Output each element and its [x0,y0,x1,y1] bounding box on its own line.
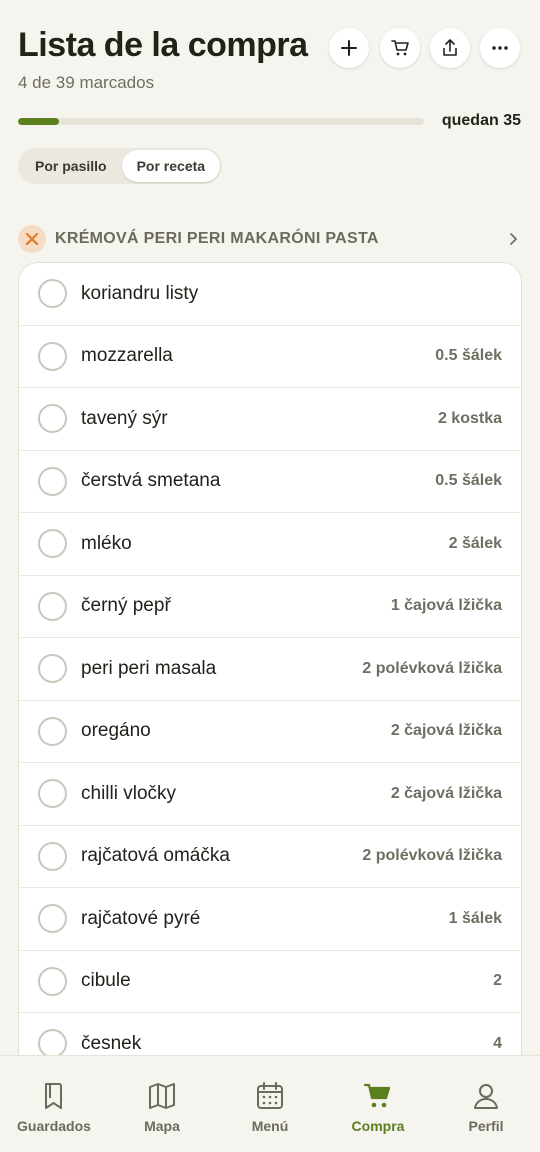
checkbox-circle[interactable] [38,591,67,621]
tab-label: Menú [251,1118,289,1134]
checkbox-circle[interactable] [38,654,67,684]
ingredient-name: chilli vločky [81,782,177,804]
ingredient-row[interactable]: rajčatová omáčka 2 polévková lžička [19,826,521,888]
checkbox-circle[interactable] [38,279,67,309]
ingredient-row[interactable]: mozzarella 0.5 šálek [19,326,521,388]
bookmark-icon [45,1083,62,1109]
ingredient-row[interactable]: mléko 2 šálek [19,513,521,576]
ingredient-name: černý pepř [81,595,171,617]
share-button[interactable] [430,28,470,68]
recipe-title: KRÉMOVÁ PERI PERI MAKARÓNI PASTA [55,230,379,247]
ingredient-name: česnek [81,1032,142,1054]
ingredient-quantity: 0.5 šálek [435,347,502,365]
ingredient-name: koriandru listy [81,282,199,304]
add-item-button[interactable] [329,28,369,68]
page-title: Lista de la compra [18,26,308,64]
ingredient-row[interactable]: rajčatové pyré 1 šálek [19,888,521,951]
toggle-by-recipe[interactable]: Por receta [121,150,221,182]
ingredient-quantity: 2 [493,972,502,990]
tab-label: Mapa [144,1118,180,1134]
checkbox-circle[interactable] [38,404,67,434]
ingredient-row[interactable]: peri peri masala 2 polévková lžička [19,638,521,701]
more-icon [492,46,508,50]
ingredient-quantity: 2 čajová lžička [390,784,502,802]
ingredient-row[interactable]: chilli vločky 2 čajová lžička [19,763,521,826]
ingredient-name: čerstvá smetana [81,470,221,492]
ingredient-quantity: 1 šálek [448,909,502,927]
ingredient-quantity: 4 [493,1034,502,1052]
ingredient-quantity: 2 polévková lžička [362,659,502,677]
more-options-button[interactable] [480,28,520,68]
ingredient-row[interactable]: černý pepř 1 čajová lžička [19,576,521,638]
ingredient-quantity: 2 polévková lžička [362,847,502,865]
ingredient-row[interactable]: koriandru listy [19,263,521,326]
ingredient-name: tavený sýr [81,407,168,429]
plus-icon [341,40,357,56]
ingredient-name: peri peri masala [81,657,217,679]
utensils-icon [18,225,46,253]
tab-label: Guardados [17,1118,91,1134]
calendar-icon [257,1082,283,1109]
tab-perfil[interactable]: Perfil [432,1056,540,1152]
ingredient-list: koriandru listy mozzarella 0.5 šálek tavený… [18,262,522,1152]
chevron-right-icon [510,233,517,245]
recipe-section-header[interactable]: KRÉMOVÁ PERI PERI MAKARÓNI PASTA [18,224,522,254]
tab-label: Compra [351,1118,405,1134]
bottom-tab-bar: Guardados Mapa Menú Compra Perfil [0,1055,540,1152]
ingredient-quantity: 2 šálek [448,534,502,552]
checkbox-circle[interactable] [38,1029,67,1059]
tab-menu[interactable]: Menú [216,1056,324,1152]
user-icon [474,1084,498,1109]
ingredient-name: cibule [81,970,131,992]
tab-guardados[interactable]: Guardados [0,1056,108,1152]
ingredient-row[interactable]: čerstvá smetana 0.5 šálek [19,451,521,513]
ingredient-row[interactable]: cibule 2 [19,951,521,1013]
checkbox-circle[interactable] [38,716,67,746]
remaining-count: quedan 35 [441,112,521,129]
map-icon [149,1083,175,1109]
page-header: Lista de la compra 4 de 39 marcados qued… [0,0,540,200]
ingredient-quantity: 2 čajová lžička [390,722,502,740]
toggle-by-aisle[interactable]: Por pasillo [20,150,122,182]
checkbox-circle[interactable] [38,966,67,996]
ingredient-row[interactable]: tavený sýr 2 kostka [19,388,521,451]
ingredient-name: rajčatové pyré [81,907,201,929]
cart-button[interactable] [380,28,420,68]
checkbox-circle[interactable] [38,779,67,809]
ingredient-row[interactable]: oregáno 2 čajová lžička [19,701,521,763]
checkbox-circle[interactable] [38,529,67,559]
checkbox-circle[interactable] [38,341,67,371]
ingredient-name: mléko [81,532,132,554]
checked-count: 4 de 39 marcados [18,73,155,92]
tab-label: Perfil [468,1118,504,1134]
ingredient-name: rajčatová omáčka [81,845,230,867]
share-icon [443,39,457,56]
progress-fill [18,118,59,125]
cart-icon [363,1083,391,1108]
view-toggle: Por pasillo Por receta [18,148,223,184]
checkbox-circle[interactable] [38,904,67,934]
checkbox-circle[interactable] [38,466,67,496]
ingredient-quantity: 2 kostka [437,409,502,427]
checkbox-circle[interactable] [38,841,67,871]
tab-compra[interactable]: Compra [324,1056,432,1152]
ingredient-quantity: 0.5 šálek [435,472,502,490]
cart-icon [391,40,409,56]
ingredient-quantity: 1 čajová lžička [390,597,502,615]
ingredient-name: oregáno [81,720,151,742]
tab-mapa[interactable]: Mapa [108,1056,216,1152]
progress-bar [18,118,424,125]
ingredient-name: mozzarella [81,345,173,367]
